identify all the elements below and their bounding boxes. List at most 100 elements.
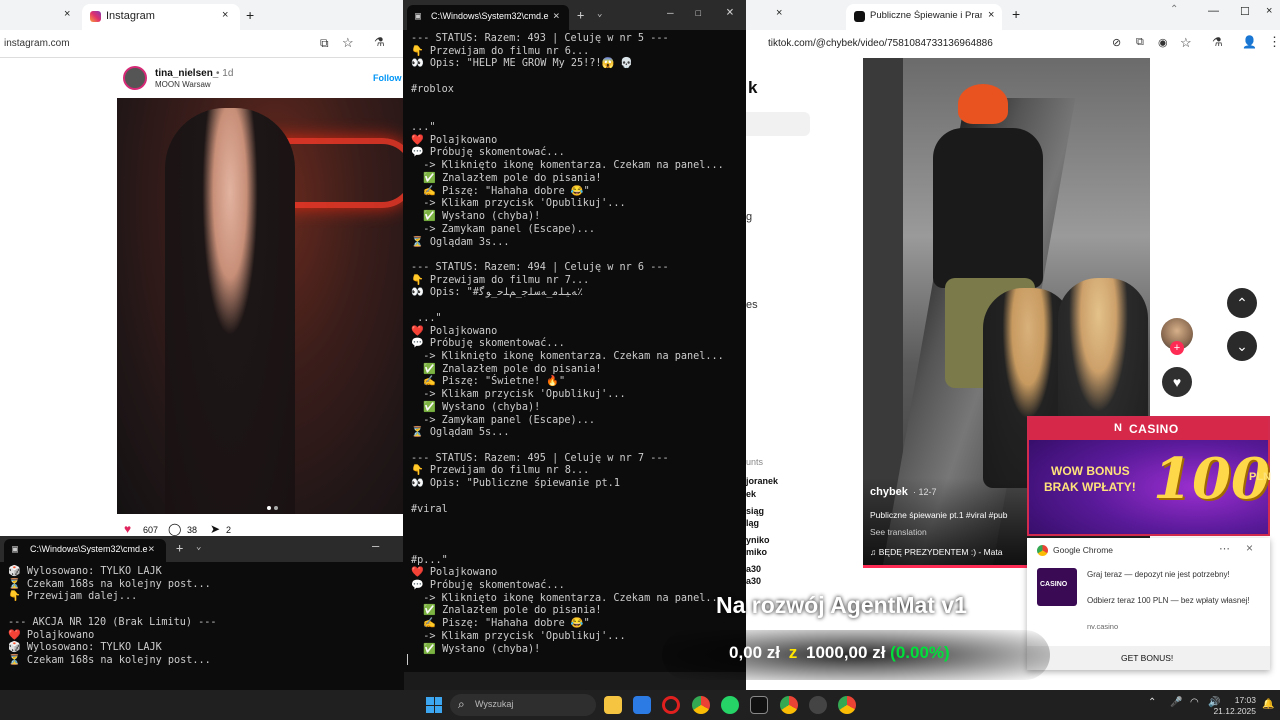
terminal-line: ⏳ Oglądam 5s... [411, 427, 510, 439]
terminal-icon[interactable] [750, 696, 768, 714]
orange-cap [958, 84, 1008, 124]
bell-icon[interactable]: 🔔 [1262, 699, 1274, 710]
close-tab-icon[interactable]: × [148, 542, 155, 555]
comment-icon[interactable]: ◯ [168, 522, 181, 536]
app-icon[interactable] [809, 696, 827, 714]
eye-off-icon[interactable]: ⊘ [1112, 36, 1121, 49]
minimize-icon[interactable]: — [372, 539, 379, 553]
overlay-goal: 1000,00 zł [806, 643, 886, 662]
file-explorer-icon[interactable] [604, 696, 622, 714]
terminal-line: --- STATUS: Razem: 495 | Celuję w nr 7 -… [411, 452, 669, 464]
main-cmd-tab[interactable]: ▣ C:\Windows\System32\cmd.e × [407, 5, 569, 30]
chevron-down-icon[interactable]: ⌄ [1227, 331, 1257, 361]
new-tab-icon[interactable]: + [1012, 6, 1020, 22]
star-icon[interactable]: ☆ [342, 35, 354, 51]
terminal-line: 👇 Przewijam do filmu nr 7... [411, 274, 590, 286]
music-label[interactable]: ♫ BĘDĘ PREZYDENTEM :) - Mata [870, 547, 1002, 557]
following-item-fragment[interactable]: ląg [746, 518, 759, 528]
menu-icon[interactable]: ⋮ [1268, 34, 1280, 50]
install-icon[interactable]: ⧉ [320, 36, 329, 51]
sidebar-search-fragment[interactable] [746, 112, 810, 136]
whatsapp-icon[interactable] [721, 696, 739, 714]
chrome-notification[interactable]: Google Chrome ⋯ × CASINO Graj teraz — de… [1027, 538, 1270, 670]
maximize-icon[interactable]: ☐ [695, 6, 702, 19]
casino-ad-banner[interactable]: N CASINO WOW BONUS BRAK WPŁATY! 100 PLN [1027, 416, 1271, 536]
location[interactable]: MOON Warsaw [155, 80, 211, 89]
windows-start-icon[interactable] [426, 697, 442, 713]
chevron-up-icon[interactable]: ⌃ [1227, 288, 1257, 318]
chrome-profile-icon[interactable] [780, 696, 798, 714]
avatar[interactable] [123, 66, 147, 90]
following-item-fragment[interactable]: siąg [746, 506, 764, 516]
clock-date[interactable]: 21.12.2025 [1210, 706, 1256, 716]
close-tab-icon[interactable]: × [553, 9, 560, 22]
terminal-line: ⏳ Czekam 168s na kolejny post... [8, 578, 211, 590]
following-item-fragment[interactable]: yniko [746, 535, 770, 545]
close-tab-icon[interactable]: × [64, 8, 70, 20]
notification-app: Google Chrome [1053, 545, 1114, 555]
terminal-line: -> Kliknięto ikonę komentarza. Czekam na… [411, 351, 724, 362]
flask-icon[interactable]: ⚗ [374, 35, 385, 49]
new-tab-icon[interactable]: + [176, 541, 183, 555]
star-icon[interactable]: ☆ [1180, 35, 1192, 51]
like-heart-icon[interactable]: ♥ [1162, 367, 1192, 397]
new-tab-icon[interactable]: + [577, 8, 584, 22]
close-window-icon[interactable]: × [1266, 5, 1272, 17]
terminal-line: 💬 Próbuję skomentować... [411, 147, 565, 159]
chevron-down-icon[interactable]: ⌄ [597, 9, 602, 19]
address-bar[interactable]: instagram.com ⧉ ☆ ⚗ [0, 30, 404, 58]
close-icon[interactable]: × [1246, 541, 1253, 555]
address-bar[interactable]: tiktok.com/@chybek/video/758108473313696… [746, 30, 1280, 58]
chevron-up-icon[interactable]: ⌃ [1148, 697, 1156, 708]
following-item-fragment[interactable]: a30 [746, 576, 761, 586]
see-translation-link[interactable]: See translation [870, 527, 927, 537]
clock-time[interactable]: 17:03 [1226, 695, 1256, 705]
following-item-fragment[interactable]: joranek [746, 476, 778, 486]
creator-name[interactable]: chybek [870, 486, 908, 498]
url-text: instagram.com [4, 38, 70, 49]
follow-plus-icon[interactable]: + [1170, 341, 1184, 355]
get-bonus-label: GET BONUS! [1121, 653, 1174, 663]
install-icon[interactable]: ⧉ [1136, 36, 1144, 49]
mic-icon[interactable]: 🎤 [1170, 697, 1182, 708]
flask-icon[interactable]: ⚗ [1212, 35, 1223, 49]
post-photo[interactable] [117, 98, 404, 514]
get-bonus-button[interactable]: GET BONUS! [1027, 646, 1270, 670]
opera-icon[interactable] [662, 696, 680, 714]
main-cmd-window[interactable]: ▣ C:\Windows\System32\cmd.e × + ⌄ — ☐ × … [403, 0, 747, 672]
username[interactable]: tina_nielsen_ [155, 68, 218, 79]
minimize-icon[interactable]: — [667, 6, 674, 19]
close-tab-icon[interactable]: × [222, 9, 228, 21]
small-cmd-window[interactable]: ▣ C:\Windows\System32\cmd.e × + ⌄ — 🎲 Wy… [0, 536, 404, 690]
chrome-profile-icon[interactable] [838, 696, 856, 714]
terminal-line: ✍️ Piszę: "Świetne! 🔥" [411, 376, 566, 388]
maximize-icon[interactable]: ☐ [1240, 5, 1250, 18]
terminal-line: 💬 Próbuję skomentować... [411, 338, 565, 350]
minimize-icon[interactable]: — [1208, 5, 1219, 17]
follow-button[interactable]: Follow [373, 73, 402, 83]
instagram-icon [90, 11, 101, 22]
following-item-fragment[interactable]: a30 [746, 564, 761, 574]
profile-icon[interactable]: 👤 [1242, 35, 1257, 49]
close-tab-icon[interactable]: × [988, 9, 994, 21]
eye-icon[interactable]: ◉ [1158, 36, 1168, 49]
following-item-fragment[interactable]: ek [746, 489, 756, 499]
close-tab-icon[interactable]: × [776, 7, 782, 19]
taskbar-search[interactable]: ⌕ Wyszukaj [450, 694, 596, 716]
chevron-down-icon[interactable]: ⌄ [196, 542, 201, 552]
close-window-icon[interactable]: × [726, 5, 734, 20]
tab-tiktok[interactable]: Publiczne Śpiewanie i Prank × [846, 4, 1002, 30]
following-item-fragment[interactable]: miko [746, 547, 767, 557]
small-cmd-tab[interactable]: ▣ C:\Windows\System32\cmd.e × [4, 539, 166, 562]
new-tab-icon[interactable]: + [246, 7, 254, 23]
chrome-icon[interactable] [692, 696, 710, 714]
more-icon[interactable]: ⋯ [1219, 542, 1230, 555]
terminal-line: ✍️ Piszę: "Hahaha dobre 😂" [411, 185, 590, 197]
tab-instagram[interactable]: Instagram × [82, 4, 240, 30]
wifi-icon[interactable]: ◠ [1190, 697, 1199, 708]
share-icon[interactable]: ➤ [210, 522, 220, 536]
terminal-icon: ▣ [12, 544, 19, 555]
terminal-line: ..." [411, 312, 442, 324]
heart-icon[interactable]: ♥ [124, 522, 131, 536]
store-icon[interactable] [633, 696, 651, 714]
